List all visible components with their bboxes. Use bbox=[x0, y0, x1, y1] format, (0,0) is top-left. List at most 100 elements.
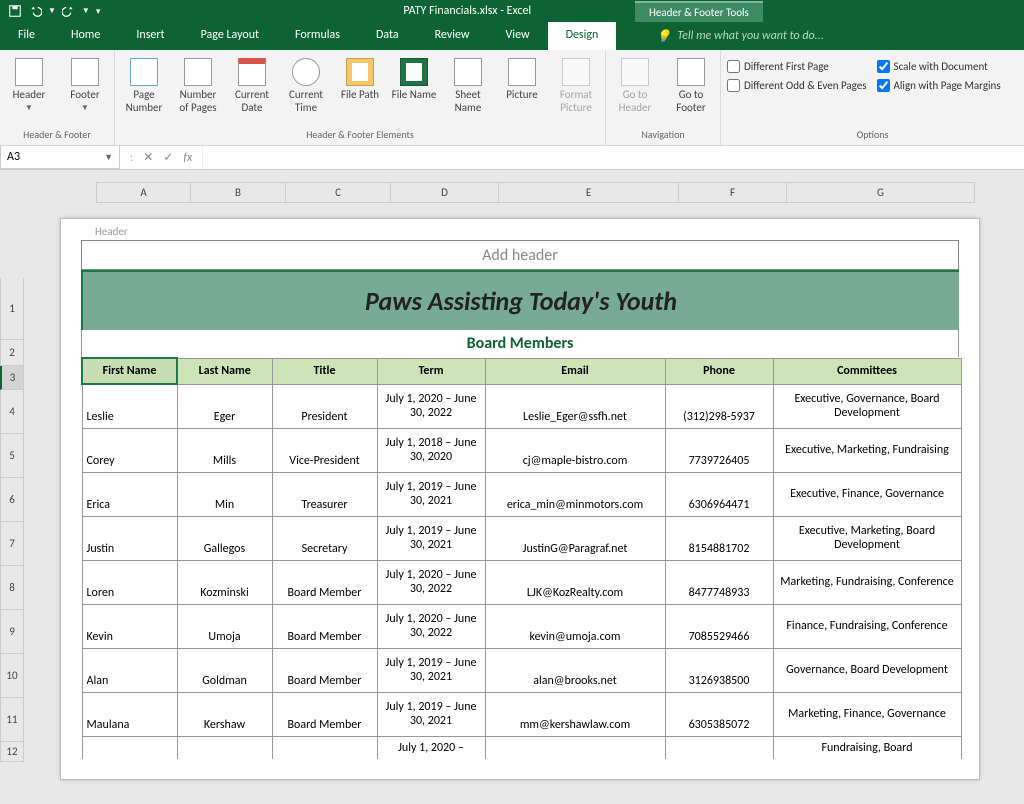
table-cell[interactable]: Corey bbox=[82, 428, 177, 472]
table-cell[interactable]: LJK@KozRealty.com bbox=[485, 560, 665, 604]
file-path-button[interactable]: File Path bbox=[337, 54, 383, 101]
tab-page-layout[interactable]: Page Layout bbox=[183, 22, 277, 50]
current-time-button[interactable]: Current Time bbox=[283, 54, 329, 114]
tab-data[interactable]: Data bbox=[358, 22, 417, 50]
row-header[interactable]: 4 bbox=[0, 390, 24, 434]
table-cell[interactable]: Justin bbox=[82, 516, 177, 560]
table-column-header[interactable]: Title bbox=[272, 358, 377, 384]
tab-view[interactable]: View bbox=[488, 22, 548, 50]
tab-file[interactable]: File bbox=[0, 22, 53, 50]
table-cell[interactable]: Gallegos bbox=[177, 516, 272, 560]
column-header[interactable]: A bbox=[96, 182, 191, 203]
table-cell[interactable]: Fundraising, Board bbox=[773, 736, 961, 759]
section-subtitle[interactable]: Board Members bbox=[81, 330, 959, 357]
table-cell[interactable]: Erica bbox=[82, 472, 177, 516]
table-cell[interactable]: Vice-President bbox=[272, 428, 377, 472]
enter-icon[interactable]: ✓ bbox=[163, 150, 173, 165]
table-cell[interactable]: 8154881702 bbox=[665, 516, 773, 560]
table-cell[interactable]: Board Member bbox=[272, 604, 377, 648]
header-center-box[interactable]: Add header bbox=[374, 240, 666, 270]
picture-button[interactable]: Picture bbox=[499, 54, 545, 101]
number-pages-button[interactable]: Number of Pages bbox=[175, 54, 221, 114]
row-header[interactable]: 6 bbox=[0, 478, 24, 522]
table-column-header[interactable]: First Name bbox=[82, 358, 177, 384]
redo-icon[interactable] bbox=[62, 4, 76, 18]
table-cell[interactable]: 7085529466 bbox=[665, 604, 773, 648]
table-cell[interactable]: Goldman bbox=[177, 648, 272, 692]
table-cell[interactable] bbox=[485, 736, 665, 759]
table-cell[interactable]: Kevin bbox=[82, 604, 177, 648]
tell-me-search[interactable]: 💡 Tell me what you want to do... bbox=[656, 22, 823, 50]
table-cell[interactable]: mm@kershawlaw.com bbox=[485, 692, 665, 736]
header-left-box[interactable] bbox=[81, 240, 374, 270]
row-header[interactable]: 3 bbox=[0, 366, 24, 390]
diff-first-page-checkbox[interactable]: Different First Page bbox=[727, 60, 867, 73]
page-number-button[interactable]: #Page Number bbox=[121, 54, 167, 114]
table-cell[interactable]: Eger bbox=[177, 384, 272, 428]
table-cell[interactable]: 8477748933 bbox=[665, 560, 773, 604]
table-cell[interactable]: Board Member bbox=[272, 648, 377, 692]
row-header[interactable]: 8 bbox=[0, 566, 24, 610]
row-header[interactable]: 9 bbox=[0, 610, 24, 654]
table-cell[interactable]: Executive, Marketing, Fundraising bbox=[773, 428, 961, 472]
table-cell[interactable]: July 1, 2020 – June 30, 2022 bbox=[377, 384, 485, 428]
table-cell[interactable]: July 1, 2019 – June 30, 2021 bbox=[377, 516, 485, 560]
table-cell[interactable]: Marketing, Finance, Governance bbox=[773, 692, 961, 736]
table-cell[interactable]: Kozminski bbox=[177, 560, 272, 604]
table-cell[interactable]: Secretary bbox=[272, 516, 377, 560]
save-icon[interactable] bbox=[8, 4, 22, 18]
column-header[interactable]: E bbox=[499, 182, 679, 203]
table-cell[interactable]: Finance, Fundraising, Conference bbox=[773, 604, 961, 648]
fx-icon[interactable]: fx bbox=[183, 151, 192, 165]
tab-insert[interactable]: Insert bbox=[118, 22, 182, 50]
table-cell[interactable]: Executive, Governance, Board Development bbox=[773, 384, 961, 428]
table-cell[interactable]: JustinG@Paragraf.net bbox=[485, 516, 665, 560]
org-title-banner[interactable]: Paws Assisting Today's Youth bbox=[81, 270, 959, 330]
table-cell[interactable]: 6306964471 bbox=[665, 472, 773, 516]
table-cell[interactable]: Executive, Marketing, Board Development bbox=[773, 516, 961, 560]
row-header[interactable]: 12 bbox=[0, 742, 24, 762]
table-cell[interactable]: Loren bbox=[82, 560, 177, 604]
table-cell[interactable]: 7739726405 bbox=[665, 428, 773, 472]
table-cell[interactable]: Leslie bbox=[82, 384, 177, 428]
table-cell[interactable]: Board Member bbox=[272, 560, 377, 604]
column-header[interactable]: B bbox=[191, 182, 286, 203]
row-header[interactable]: 1 bbox=[0, 278, 24, 340]
header-right-box[interactable] bbox=[666, 240, 959, 270]
table-cell[interactable]: Leslie_Eger@ssfh.net bbox=[485, 384, 665, 428]
table-cell[interactable]: July 1, 2019 – June 30, 2021 bbox=[377, 472, 485, 516]
table-cell[interactable]: 6305385072 bbox=[665, 692, 773, 736]
tab-home[interactable]: Home bbox=[53, 22, 118, 50]
table-cell[interactable] bbox=[177, 736, 272, 759]
scale-with-doc-checkbox[interactable]: Scale with Document bbox=[877, 60, 1001, 73]
table-cell[interactable]: Kershaw bbox=[177, 692, 272, 736]
table-cell[interactable]: July 1, 2020 – June 30, 2022 bbox=[377, 560, 485, 604]
table-cell[interactable]: cj@maple-bistro.com bbox=[485, 428, 665, 472]
undo-icon[interactable] bbox=[28, 4, 42, 18]
tab-formulas[interactable]: Formulas bbox=[277, 22, 358, 50]
table-cell[interactable]: Maulana bbox=[82, 692, 177, 736]
row-header[interactable]: 2 bbox=[0, 340, 24, 366]
table-cell[interactable]: July 1, 2019 – June 30, 2021 bbox=[377, 692, 485, 736]
table-cell[interactable]: kevin@umoja.com bbox=[485, 604, 665, 648]
table-cell[interactable]: Min bbox=[177, 472, 272, 516]
formula-input[interactable] bbox=[203, 146, 1024, 169]
table-column-header[interactable]: Committees bbox=[773, 358, 961, 384]
align-margins-checkbox[interactable]: Align with Page Margins bbox=[877, 79, 1001, 92]
table-column-header[interactable]: Email bbox=[485, 358, 665, 384]
header-button[interactable]: Header▼ bbox=[6, 54, 52, 113]
table-cell[interactable]: Alan bbox=[82, 648, 177, 692]
table-cell[interactable] bbox=[665, 736, 773, 759]
table-cell[interactable]: July 1, 2020 – bbox=[377, 736, 485, 759]
cancel-icon[interactable]: ✕ bbox=[143, 150, 153, 165]
table-column-header[interactable]: Term bbox=[377, 358, 485, 384]
table-cell[interactable]: erica_min@minmotors.com bbox=[485, 472, 665, 516]
table-cell[interactable] bbox=[82, 736, 177, 759]
tab-design[interactable]: Design bbox=[548, 22, 617, 50]
table-cell[interactable]: Governance, Board Development bbox=[773, 648, 961, 692]
column-header[interactable]: G bbox=[787, 182, 975, 203]
undo-dropdown-icon[interactable]: ▼ bbox=[48, 6, 56, 16]
footer-button[interactable]: Footer▼ bbox=[62, 54, 108, 113]
table-cell[interactable]: President bbox=[272, 384, 377, 428]
table-cell[interactable]: Board Member bbox=[272, 692, 377, 736]
